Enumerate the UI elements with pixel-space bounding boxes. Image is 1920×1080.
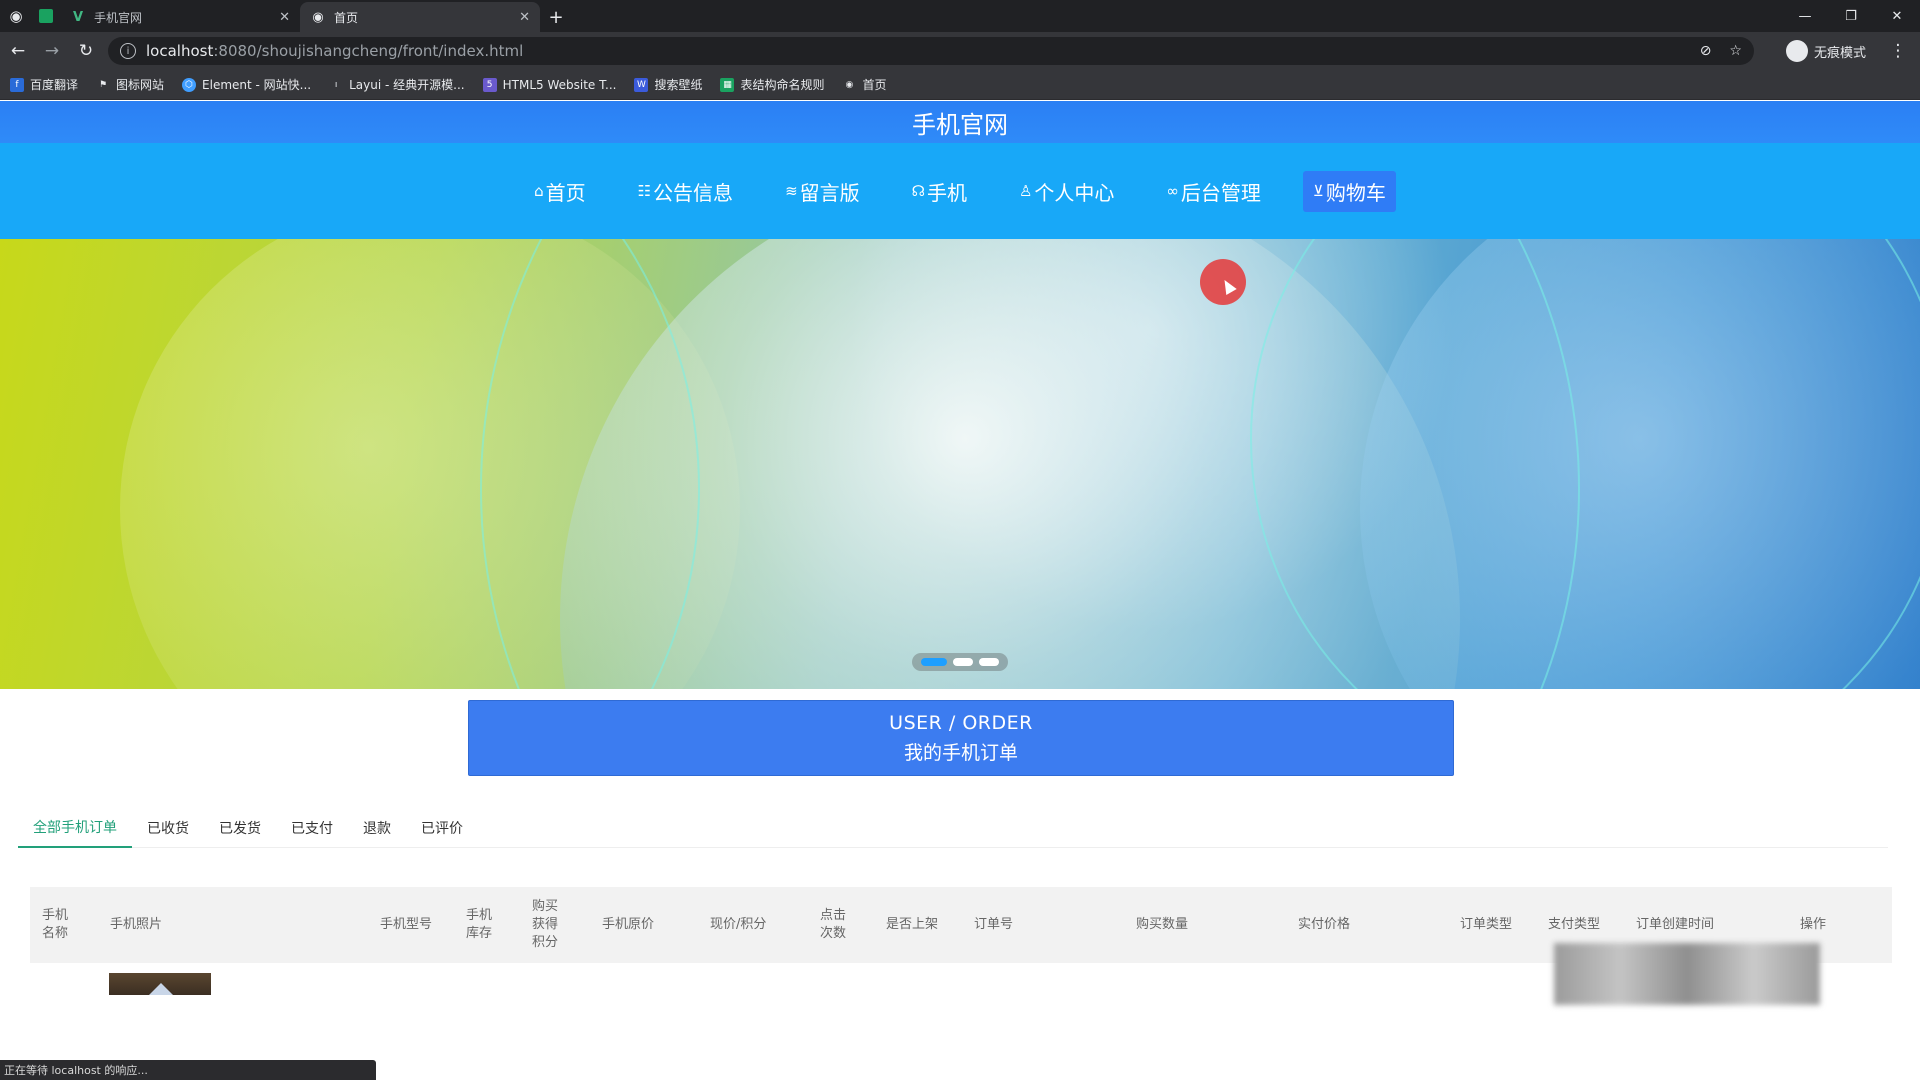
tab-shipped[interactable]: 已发货 — [204, 808, 276, 848]
html5-icon: 5 — [482, 77, 497, 92]
info-icon[interactable]: i — [120, 43, 136, 59]
home-icon: ⌂ — [534, 182, 544, 200]
tracking-blocked-icon[interactable]: ⊘ — [1700, 43, 1712, 59]
close-window-icon[interactable]: ✕ — [1874, 0, 1920, 32]
incognito-label: 无痕模式 — [1813, 45, 1866, 61]
browser-tab-2[interactable]: ◉ 首页 ✕ — [300, 2, 540, 32]
new-tab-button[interactable]: + — [540, 2, 572, 32]
url-host: localhost — [146, 42, 214, 60]
column-header: 手机原价 — [602, 917, 655, 932]
browser-toolbar: ← → ↻ i localhost:8080/shoujishangcheng/… — [0, 32, 1920, 70]
minimize-icon[interactable]: — — [1782, 0, 1828, 32]
bookmark-item[interactable]: ▦ 表结构命名规则 — [720, 76, 824, 93]
column-header: 实付价格 — [1298, 917, 1351, 932]
tab-received[interactable]: 已收货 — [132, 808, 204, 848]
tab-reviewed[interactable]: 已评价 — [406, 808, 478, 848]
pinned-tab[interactable] — [32, 0, 60, 32]
tab-title: 首页 — [334, 10, 359, 25]
phone-icon: ☊ — [911, 182, 925, 200]
column-header: 是否上架 — [886, 917, 939, 932]
column-header: 现价/积分 — [710, 917, 767, 932]
forward-icon[interactable]: → — [36, 35, 68, 67]
bookmark-item[interactable]: f 百度翻译 — [10, 76, 78, 93]
reload-icon[interactable]: ↻ — [70, 35, 102, 67]
flag-icon: ⚑ — [98, 79, 108, 90]
column-header: 手机库存 — [466, 908, 493, 941]
user-icon: ♙ — [1018, 182, 1033, 200]
hero-carousel[interactable] — [0, 239, 1920, 689]
page-content: 手机官网 ⌂ 首页 ☷ 公告信息 ≋ 留言版 ☊ 手机 ♙ 个人中心 ∞ 后台管理 ⊻ 购物车… — [0, 101, 1920, 1080]
sheet-icon: ▦ — [720, 77, 735, 92]
tab-all-orders[interactable]: 全部手机订单 — [18, 808, 132, 848]
globe-icon: ◉ — [312, 9, 324, 25]
tab-refund[interactable]: 退款 — [348, 808, 406, 848]
column-header: 点击次数 — [820, 908, 847, 941]
column-header: 手机型号 — [380, 917, 433, 932]
nav-item-cart[interactable]: ⊻ 购物车 — [1302, 170, 1396, 212]
site-title: 手机官网 — [912, 110, 1008, 139]
bookmark-item[interactable]: ı Layui - 经典开源模... — [329, 76, 465, 93]
layui-icon: ı — [334, 79, 338, 90]
order-status-tabs: 全部手机订单 已收货 已发货 已支付 退款 已评价 — [18, 808, 1888, 848]
column-header: 订单类型 — [1460, 917, 1513, 932]
notice-icon: ☷ — [637, 182, 652, 200]
browser-tab-1[interactable]: V 手机官网 ✕ — [60, 2, 300, 32]
bookmark-item[interactable]: 5 HTML5 Website T... — [482, 77, 616, 92]
close-icon[interactable]: ✕ — [279, 10, 290, 25]
vue-icon: V — [72, 9, 84, 25]
browser-menu-icon[interactable]: ◉ — [0, 0, 32, 32]
close-icon[interactable]: ✕ — [519, 10, 530, 25]
main-nav: ⌂ 首页 ☷ 公告信息 ≋ 留言版 ☊ 手机 ♙ 个人中心 ∞ 后台管理 ⊻ 购物车 — [0, 143, 1920, 239]
sheet-icon — [39, 9, 53, 23]
browser-tab-bar: ◉ V 手机官网 ✕ ◉ 首页 ✕ + — ❐ ✕ — [0, 0, 1920, 32]
translate-icon: f — [10, 77, 24, 92]
element-icon: ⬡ — [182, 77, 197, 92]
column-header: 手机照片 — [110, 917, 163, 932]
decorative-arc — [1250, 239, 1920, 689]
bookmark-item[interactable]: ⬡ Element - 网站快... — [182, 76, 311, 93]
back-icon[interactable]: ← — [2, 35, 34, 67]
bookmarks-bar: f 百度翻译 ⚑ 图标网站 ⬡ Element - 网站快... ı Layui - 经… — [0, 70, 1920, 100]
incognito-indicator[interactable]: 无痕模式 — [1785, 40, 1866, 62]
restore-icon[interactable]: ❐ — [1828, 0, 1874, 32]
message-icon: ≋ — [785, 182, 798, 200]
nav-item-user-center[interactable]: ♙ 个人中心 — [1009, 171, 1124, 212]
bookmark-item[interactable]: ⚑ 图标网站 — [96, 76, 164, 93]
wallpaper-icon: W — [634, 77, 649, 92]
carousel-indicators — [912, 653, 1008, 671]
bookmark-item[interactable]: ◉ 首页 — [842, 76, 887, 93]
nav-item-phones[interactable]: ☊ 手机 — [902, 171, 977, 212]
order-title-en: USER / ORDER — [889, 711, 1033, 734]
globe-icon: ◉ — [845, 79, 854, 90]
column-header: 手机名称 — [42, 908, 69, 941]
cart-icon: ⊻ — [1312, 182, 1324, 200]
bookmark-star-icon[interactable]: ☆ — [1729, 43, 1742, 59]
carousel-dot[interactable] — [979, 658, 999, 666]
tab-title: 手机官网 — [94, 10, 143, 25]
column-header: 购买数量 — [1136, 917, 1189, 932]
link-icon: ∞ — [1166, 182, 1179, 200]
order-title-cn: 我的手机订单 — [903, 741, 1018, 764]
nav-item-home[interactable]: ⌂ 首页 — [524, 171, 596, 212]
incognito-icon — [1785, 40, 1808, 62]
phone-photo-thumbnail — [109, 973, 211, 995]
site-header: 手机官网 — [0, 101, 1920, 143]
browser-status-bar: 正在等待 localhost 的响应... — [0, 1060, 376, 1080]
nav-item-notice[interactable]: ☷ 公告信息 — [628, 171, 743, 212]
blurred-action-area — [1554, 943, 1820, 1005]
address-bar[interactable]: i localhost:8080/shoujishangcheng/front/… — [108, 37, 1754, 65]
order-section-header: USER / ORDER 我的手机订单 — [468, 700, 1454, 776]
column-header: 购买获得积分 — [532, 899, 559, 950]
window-controls: — ❐ ✕ — [1782, 0, 1920, 32]
nav-item-messages[interactable]: ≋ 留言版 — [775, 171, 870, 212]
carousel-dot[interactable] — [921, 658, 947, 666]
carousel-dot[interactable] — [953, 658, 973, 666]
kebab-menu-icon[interactable]: ⋮ — [1882, 35, 1914, 67]
column-header: 订单号 — [974, 917, 1014, 932]
bookmark-item[interactable]: W 搜索壁纸 — [634, 76, 702, 93]
tab-paid[interactable]: 已支付 — [276, 808, 348, 848]
url-path: :8080/shoujishangcheng/front/index.html — [213, 42, 524, 60]
nav-item-admin[interactable]: ∞ 后台管理 — [1156, 171, 1271, 212]
